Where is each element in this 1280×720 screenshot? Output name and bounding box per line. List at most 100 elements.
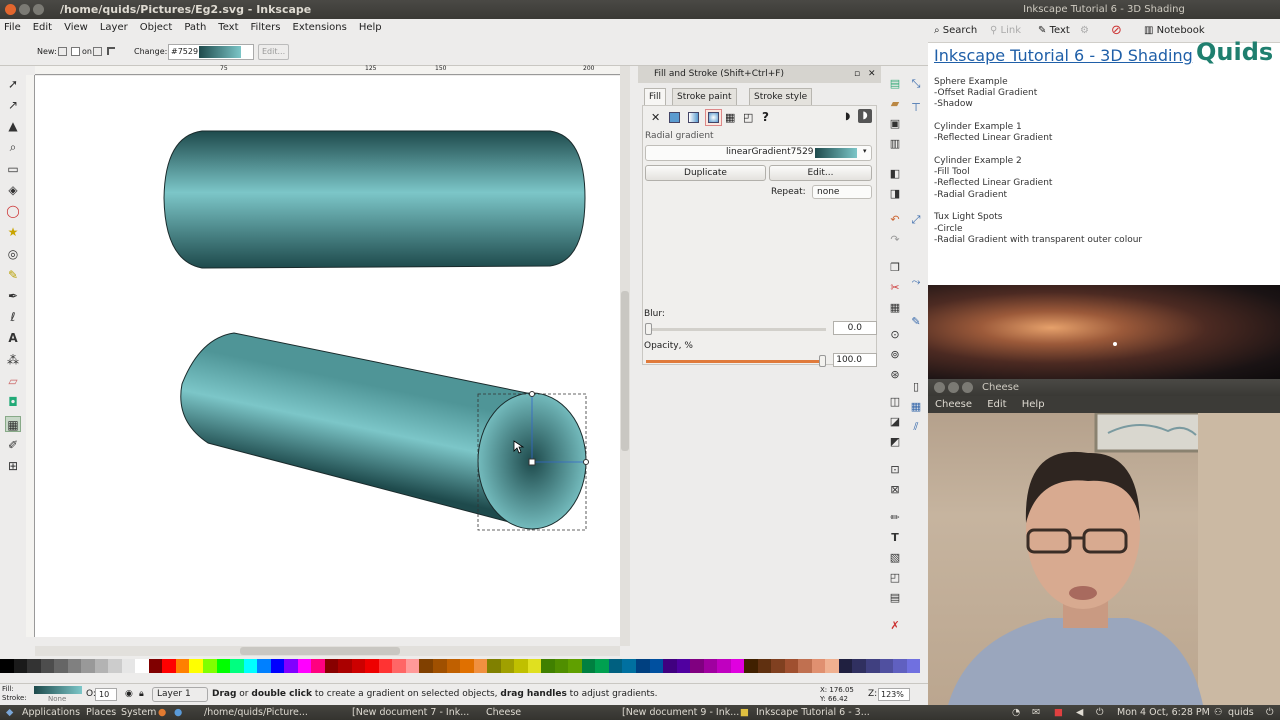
ellipse-tool-icon[interactable]: ◯ [5, 203, 21, 219]
palette-swatch[interactable] [365, 659, 379, 673]
cheese-menu-cheese[interactable]: Cheese [935, 399, 972, 410]
help-icon[interactable]: ● [174, 705, 182, 720]
drawing-canvas[interactable] [35, 76, 620, 637]
palette-swatch[interactable] [730, 659, 745, 673]
palette-swatch[interactable] [148, 659, 163, 673]
palette-swatch[interactable] [324, 659, 339, 673]
tab-stroke-style[interactable]: Stroke style [749, 88, 813, 105]
maximize-window-icon[interactable] [33, 4, 44, 15]
palette-swatch[interactable] [622, 659, 636, 673]
tab-fill[interactable]: Fill [644, 88, 667, 105]
palette-swatch[interactable] [81, 659, 95, 673]
eye-icon[interactable]: ◉ [125, 684, 133, 704]
blur-spinbox[interactable]: 0.0 [833, 321, 877, 335]
color-palette[interactable] [0, 659, 921, 673]
palette-swatch[interactable] [717, 659, 731, 673]
palette-swatch[interactable] [175, 659, 190, 673]
palette-swatch[interactable] [527, 659, 542, 673]
record-icon[interactable]: ■ [1054, 705, 1063, 720]
palette-swatch[interactable] [879, 659, 894, 673]
palette-swatch[interactable] [635, 659, 650, 673]
zoom-selection-icon[interactable]: ⊙ [888, 329, 902, 341]
swatch-icon[interactable]: ◰ [743, 111, 753, 124]
palette-swatch[interactable] [270, 659, 285, 673]
zoom-drawing-icon[interactable]: ⊚ [888, 349, 902, 361]
taskbar-item[interactable]: Cheese [486, 705, 521, 720]
shutdown-icon[interactable]: ⏻︎ [1266, 705, 1274, 720]
text-tool-icon[interactable]: A [5, 330, 21, 346]
redo-icon[interactable]: ↷ [888, 234, 902, 246]
snap-guides-icon[interactable]: ⫽ [909, 421, 923, 433]
node-tool-icon[interactable]: ↗ [5, 97, 21, 113]
palette-swatch[interactable] [392, 659, 406, 673]
palette-swatch[interactable] [568, 659, 582, 673]
iconify-icon[interactable]: ▫ [854, 66, 860, 83]
palette-swatch[interactable] [541, 659, 555, 673]
snap-grid-icon[interactable]: ▦ [909, 401, 923, 413]
menu-object[interactable]: Object [140, 19, 173, 37]
gradient-selector[interactable]: linearGradient7529 ▾ [645, 145, 872, 161]
clock[interactable]: Mon 4 Oct, 6:28 PM [1117, 705, 1210, 720]
taskbar-item[interactable]: /home/quids/Picture... [204, 705, 308, 720]
import-icon[interactable]: ◧ [888, 168, 902, 180]
taskbar-item[interactable]: [New document 7 - Ink... [352, 705, 469, 720]
text-button[interactable]: ✎ Text [1038, 19, 1070, 43]
dropper-tool-icon[interactable]: ✐ [5, 437, 21, 453]
close-dialog-icon[interactable]: ✕ [868, 66, 876, 83]
opacity-indicator-spinbox[interactable]: 10 [95, 688, 117, 701]
align-icon[interactable]: ▤ [888, 592, 902, 604]
palette-swatch[interactable] [189, 659, 203, 673]
palette-swatch[interactable] [243, 659, 258, 673]
group-icon[interactable]: ⊡ [888, 464, 902, 476]
repeat-select[interactable]: none [812, 185, 872, 199]
volume-icon[interactable]: ◀ [1076, 705, 1083, 720]
palette-swatch[interactable] [460, 659, 474, 673]
open-icon[interactable]: ▰ [888, 98, 902, 110]
note-title-link[interactable]: Inkscape Tutorial 6 - 3D Shading [934, 46, 1193, 65]
flat-color-icon[interactable] [669, 112, 680, 123]
palette-swatch[interactable] [216, 659, 231, 673]
palette-swatch[interactable] [893, 659, 907, 673]
stroke-target-toggle[interactable] [107, 47, 115, 55]
palette-swatch[interactable] [649, 659, 664, 673]
snap-nodes-icon[interactable]: ⤢ [909, 214, 923, 226]
network-icon[interactable]: ◔ [1012, 705, 1020, 720]
unset-paint-icon[interactable]: ? [762, 110, 769, 124]
star-tool-icon[interactable]: ★ [5, 224, 21, 240]
palette-swatch[interactable] [663, 659, 677, 673]
palette-swatch[interactable] [690, 659, 704, 673]
sync-icon[interactable]: ⚙ [1080, 19, 1089, 43]
palette-swatch[interactable] [487, 659, 501, 673]
menu-view[interactable]: View [64, 19, 88, 37]
spiral-tool-icon[interactable]: ◎ [5, 246, 21, 262]
palette-swatch[interactable] [595, 659, 609, 673]
places-menu[interactable]: Places [86, 705, 116, 720]
palette-swatch[interactable] [108, 659, 122, 673]
palette-swatch[interactable] [405, 659, 420, 673]
palette-swatch[interactable] [297, 659, 312, 673]
pen-tool-icon[interactable]: ✒ [5, 288, 21, 304]
palette-swatch[interactable] [121, 659, 136, 673]
spray-tool-icon[interactable]: ⁂ [5, 352, 21, 368]
calligraphy-tool-icon[interactable]: ℓ [5, 309, 21, 325]
palette-swatch[interactable] [757, 659, 772, 673]
edit-gradient-dialog-button[interactable]: Edit... [769, 165, 872, 181]
save-icon[interactable]: ▣ [888, 118, 902, 130]
fill-stroke-icon[interactable]: ✏ [888, 512, 902, 524]
vertical-scrollbar[interactable] [620, 66, 630, 646]
lock-icon[interactable]: 🔒︎ [139, 684, 144, 704]
palette-swatch[interactable] [67, 659, 82, 673]
paste-icon[interactable]: ▦ [888, 302, 902, 314]
palette-swatch[interactable] [446, 659, 461, 673]
close-window-icon[interactable] [934, 382, 945, 393]
palette-swatch[interactable] [906, 659, 921, 673]
eraser-tool-icon[interactable]: ▱ [5, 373, 21, 389]
applications-icon[interactable]: ◆ [6, 705, 13, 720]
palette-swatch[interactable] [94, 659, 109, 673]
palette-swatch[interactable] [230, 659, 244, 673]
menu-filters[interactable]: Filters [251, 19, 281, 37]
text-font-icon[interactable]: T [888, 532, 902, 544]
palette-swatch[interactable] [433, 659, 447, 673]
zoom-page-icon[interactable]: ⊛ [888, 369, 902, 381]
palette-swatch[interactable] [866, 659, 880, 673]
